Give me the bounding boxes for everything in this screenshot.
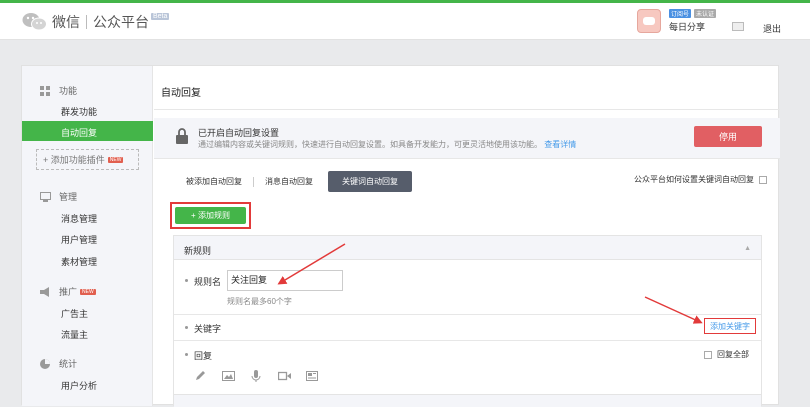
notice-banner: 已开启自动回复设置 通过编辑内容或关键词规则，快速进行自动回复设置。如具备开发能… — [154, 118, 780, 159]
sidebar-item-advertiser[interactable]: 广告主 — [61, 307, 88, 320]
rule-name-label: 规则名 — [194, 277, 222, 287]
sidebar-item-users[interactable]: 用户管理 — [61, 233, 97, 246]
header: 微信 公众平台 Beta 订阅号 未认证 每日分享 退出 — [0, 3, 810, 40]
help-icon — [759, 175, 767, 184]
disable-button[interactable]: 停用 — [694, 126, 762, 147]
logo-text: 微信 — [52, 14, 80, 30]
sidebar-item-mass-send[interactable]: 群发功能 — [61, 105, 97, 118]
pie-chart-icon — [40, 358, 50, 369]
logo[interactable]: 微信 公众平台 Beta — [22, 11, 170, 33]
sidebar-item-publisher[interactable]: 流量主 — [61, 328, 88, 341]
logo-divider — [86, 15, 87, 29]
add-rule-button[interactable]: + 添加规则 — [175, 207, 246, 224]
megaphone-icon — [40, 286, 50, 297]
grid-icon — [40, 85, 50, 96]
rule-footer — [174, 394, 761, 407]
article-icon[interactable] — [306, 370, 318, 382]
image-icon[interactable] — [222, 370, 235, 382]
reply-toolbar — [194, 370, 318, 382]
mail-icon[interactable] — [732, 22, 744, 31]
monitor-icon — [40, 191, 51, 202]
content-card: 功能 群发功能 自动回复 + 添加功能插件 NEW 管理 消息管理 用户管理 素… — [21, 65, 780, 407]
sidebar-item-auto-reply[interactable]: 自动回复 — [22, 121, 153, 141]
tab-added-reply[interactable]: 被添加自动回复 — [175, 171, 253, 192]
subscription-badge: 订阅号 — [669, 9, 692, 18]
add-keyword-link[interactable]: 添加关键字 — [710, 321, 750, 332]
annotation-highlight: 添加关键字 — [704, 318, 756, 334]
platform-name: 公众平台 — [93, 14, 149, 30]
view-details-link[interactable]: 查看详情 — [544, 140, 576, 149]
divider — [154, 109, 780, 110]
help-link[interactable]: 公众平台如何设置关键词自动回复 — [634, 174, 767, 185]
tab-message-reply[interactable]: 消息自动回复 — [254, 171, 324, 192]
rule-header-title: 新规则 — [184, 246, 212, 256]
sidebar-item-materials[interactable]: 素材管理 — [61, 255, 97, 268]
pencil-icon[interactable] — [194, 370, 206, 382]
sidebar-item-user-analysis[interactable]: 用户分析 — [61, 379, 97, 392]
add-plugin-button[interactable]: + 添加功能插件 NEW — [36, 149, 139, 170]
new-badge: NEW — [107, 156, 124, 163]
sidebar-group-manage: 管理 — [40, 190, 77, 203]
sidebar-item-messages[interactable]: 消息管理 — [61, 212, 97, 225]
reply-all-checkbox[interactable]: 回复全部 — [704, 349, 749, 360]
tab-keyword-reply[interactable]: 关键词自动回复 — [328, 171, 412, 192]
notice-title: 已开启自动回复设置 — [198, 128, 280, 138]
annotation-highlight: + 添加规则 — [170, 202, 251, 229]
sidebar-group-function: 功能 — [40, 84, 77, 97]
reply-label: 回复 — [194, 351, 213, 361]
beta-badge: Beta — [151, 13, 170, 20]
page-title: 自动回复 — [161, 88, 201, 99]
avatar[interactable] — [637, 9, 661, 33]
notice-description: 通过编辑内容或关键词规则，快速进行自动回复设置。如具备开发能力，可更灵活地使用该… — [198, 140, 577, 149]
rule-editor: 新规则 ▲ 规则名 关注回复 规则名最多60个字 关键字 添加关键字 回复 回复… — [173, 235, 762, 407]
lock-icon — [176, 128, 188, 144]
account-name[interactable]: 每日分享 — [669, 20, 716, 33]
sidebar: 功能 群发功能 自动回复 + 添加功能插件 NEW 管理 消息管理 用户管理 素… — [22, 66, 153, 406]
rule-header[interactable]: 新规则 ▲ — [174, 236, 761, 260]
video-icon[interactable] — [277, 370, 291, 382]
reply-tabs: 被添加自动回复 消息自动回复 关键词自动回复 — [175, 171, 412, 192]
main-panel: 自动回复 已开启自动回复设置 通过编辑内容或关键词规则，快速进行自动回复设置。如… — [154, 66, 780, 407]
sidebar-group-promote: 推广 NEW — [40, 285, 96, 298]
microphone-icon[interactable] — [250, 370, 262, 382]
collapse-icon[interactable]: ▲ — [744, 245, 751, 252]
keyword-label: 关键字 — [194, 324, 222, 334]
wechat-logo-icon — [22, 12, 48, 32]
checkbox-icon[interactable] — [704, 350, 712, 359]
sidebar-group-stats: 统计 — [40, 357, 77, 370]
account-info[interactable]: 订阅号 未认证 每日分享 — [637, 9, 717, 33]
unverified-badge: 未认证 — [694, 9, 717, 18]
rule-name-input[interactable]: 关注回复 — [227, 270, 343, 291]
new-badge: NEW — [80, 288, 96, 295]
logout-link[interactable]: 退出 — [763, 22, 781, 35]
rule-name-hint: 规则名最多60个字 — [227, 297, 292, 306]
